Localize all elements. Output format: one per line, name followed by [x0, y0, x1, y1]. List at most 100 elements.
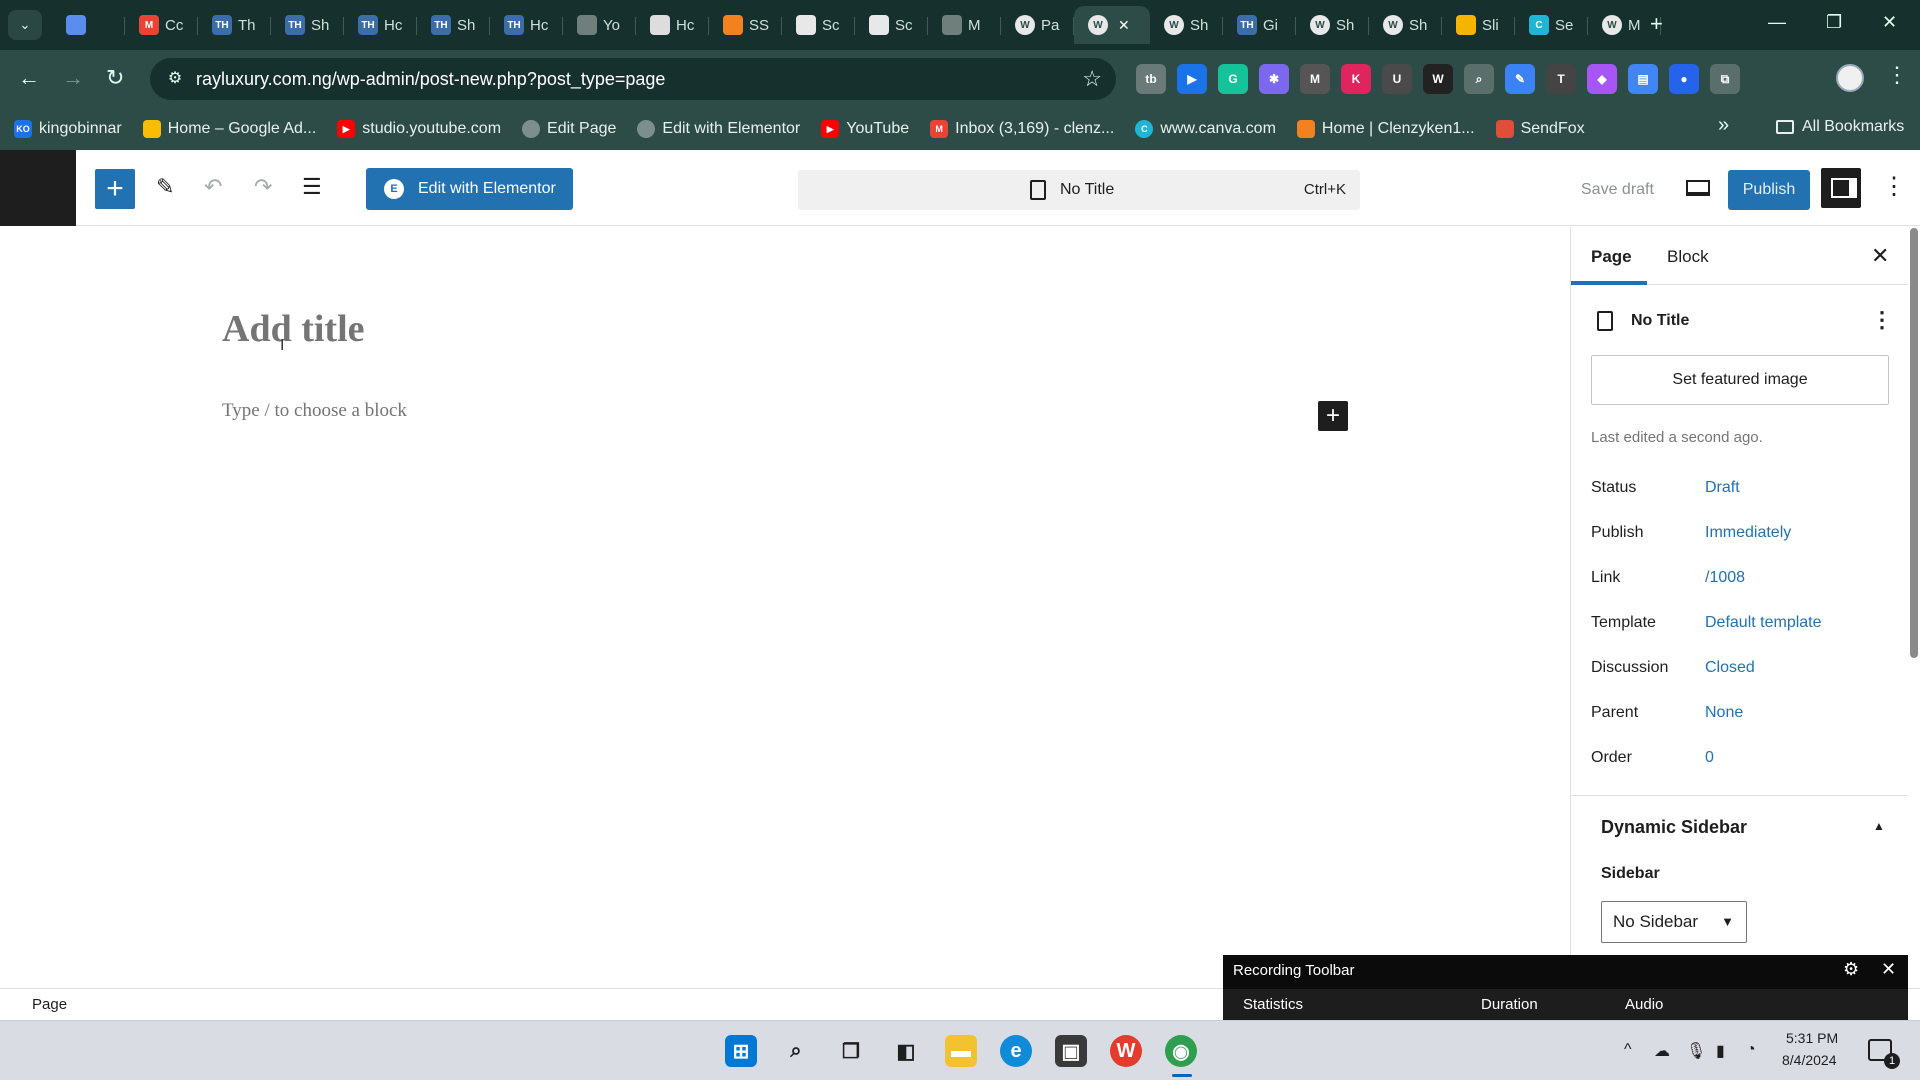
reload-icon[interactable]: ↻: [106, 66, 124, 90]
add-block-button[interactable]: +: [1318, 401, 1348, 431]
extension-k-icon[interactable]: K: [1341, 64, 1371, 94]
extension-asterisk-icon[interactable]: ✱: [1259, 64, 1289, 94]
block-placeholder[interactable]: Type / to choose a block: [222, 400, 407, 422]
back-icon[interactable]: ←: [18, 66, 40, 90]
document-overview-icon[interactable]: ☰: [302, 174, 322, 200]
clock-date[interactable]: 8/4/2024: [1782, 1052, 1837, 1068]
scrollbar-thumb[interactable]: [1910, 228, 1918, 658]
bookmark-item[interactable]: ▶ YouTube: [821, 120, 909, 138]
widgets-icon[interactable]: ◧: [890, 1035, 922, 1067]
bookmark-item[interactable]: KO kingobinnar: [14, 120, 122, 138]
post-title-input[interactable]: Add title: [222, 307, 365, 351]
tab-search-chevron-icon[interactable]: ⌄: [8, 10, 42, 40]
start-windows-icon[interactable]: ⊞: [725, 1035, 757, 1067]
chrome-menu-icon[interactable]: ⋮: [1886, 62, 1908, 88]
extension-tb-icon[interactable]: tb: [1136, 64, 1166, 94]
extension-play-icon[interactable]: ▶: [1177, 64, 1207, 94]
browser-tab[interactable]: M Cc: [125, 6, 198, 44]
search-icon[interactable]: ⌕: [780, 1035, 812, 1067]
extension-m-icon[interactable]: M: [1300, 64, 1330, 94]
url-text[interactable]: rayluxury.com.ng/wp-admin/post-new.php?p…: [196, 69, 665, 90]
redo-icon[interactable]: ↷: [254, 174, 272, 200]
discussion-button[interactable]: Closed: [1705, 659, 1755, 677]
publish-date-button[interactable]: Immediately: [1705, 524, 1791, 542]
settings-sidebar-toggle-icon[interactable]: [1821, 168, 1861, 208]
bookmark-item[interactable]: SendFox: [1495, 120, 1585, 138]
bookmark-item[interactable]: M Inbox (3,169) - clenz...: [930, 120, 1114, 138]
caret-up-icon[interactable]: ▲: [1873, 819, 1885, 833]
extensions-puzzle-icon[interactable]: ⧉: [1710, 64, 1740, 94]
publish-button[interactable]: Publish: [1728, 170, 1810, 210]
browser-tab[interactable]: Sc: [782, 6, 855, 44]
edge-icon[interactable]: e: [1000, 1035, 1032, 1067]
forward-icon[interactable]: →: [62, 66, 84, 90]
permalink-button[interactable]: /1008: [1705, 569, 1745, 587]
address-bar[interactable]: ⚙ rayluxury.com.ng/wp-admin/post-new.php…: [150, 58, 1116, 100]
document-actions-icon[interactable]: ⋮: [1871, 307, 1893, 333]
bookmark-star-icon[interactable]: ☆: [1082, 66, 1102, 92]
bookmark-item[interactable]: Edit Page: [522, 120, 616, 138]
new-tab-button[interactable]: +: [1650, 12, 1663, 36]
browser-tab[interactable]: Sli: [1442, 6, 1515, 44]
browser-tab[interactable]: TH Th: [198, 6, 271, 44]
close-sidebar-icon[interactable]: ✕: [1871, 243, 1889, 269]
preview-device-icon[interactable]: [1686, 180, 1710, 196]
order-button[interactable]: 0: [1705, 749, 1714, 767]
close-tab-icon[interactable]: ✕: [1118, 17, 1130, 34]
parent-button[interactable]: None: [1705, 704, 1743, 722]
battery-icon[interactable]: ▮: [1716, 1041, 1725, 1061]
save-draft-button[interactable]: Save draft: [1581, 181, 1654, 199]
tab-page[interactable]: Page: [1591, 247, 1632, 267]
file-explorer-icon[interactable]: ▬: [945, 1035, 977, 1067]
chrome-icon[interactable]: ◉: [1165, 1035, 1197, 1067]
all-bookmarks-button[interactable]: All Bookmarks: [1776, 118, 1904, 136]
extension-docs-icon[interactable]: ▤: [1628, 64, 1658, 94]
clock-time[interactable]: 5:31 PM: [1786, 1030, 1838, 1046]
browser-tab[interactable]: W ✕: [1074, 6, 1150, 44]
extension-w-icon[interactable]: W: [1423, 64, 1453, 94]
dynamic-sidebar-panel-toggle[interactable]: Dynamic Sidebar: [1601, 817, 1747, 838]
edit-with-elementor-button[interactable]: E Edit with Elementor: [366, 168, 573, 210]
extension-t-icon[interactable]: T: [1546, 64, 1576, 94]
bookmark-item[interactable]: Cwww.canva.com: [1135, 120, 1276, 138]
audio-column[interactable]: Audio: [1625, 996, 1663, 1013]
browser-tab[interactable]: Yo: [563, 6, 636, 44]
undo-icon[interactable]: ↶: [204, 174, 222, 200]
site-info-icon[interactable]: ⚙: [164, 68, 186, 90]
browser-tab[interactable]: [52, 6, 125, 44]
status-value-button[interactable]: Draft: [1705, 479, 1740, 497]
browser-tab[interactable]: SS: [709, 6, 782, 44]
store-icon[interactable]: ▣: [1055, 1035, 1087, 1067]
duration-column[interactable]: Duration: [1481, 996, 1538, 1013]
browser-tab[interactable]: TH Hc: [344, 6, 417, 44]
browser-tab[interactable]: C Se: [1515, 6, 1588, 44]
onedrive-icon[interactable]: ☁: [1654, 1041, 1670, 1061]
breadcrumb[interactable]: Page: [32, 996, 67, 1013]
browser-tab[interactable]: W Sh: [1369, 6, 1442, 44]
options-menu-icon[interactable]: ⋮: [1882, 172, 1906, 201]
restore-window-icon[interactable]: ❐: [1826, 12, 1842, 33]
profile-avatar[interactable]: [1836, 64, 1864, 92]
extension-search-icon[interactable]: ⌕: [1464, 64, 1494, 94]
wordpress-logo-button[interactable]: [0, 150, 76, 226]
extension-u-icon[interactable]: U: [1382, 64, 1412, 94]
bookmark-item[interactable]: Edit with Elementor: [637, 120, 800, 138]
sidebar-select[interactable]: No Sidebar ▼: [1601, 901, 1747, 943]
browser-tab[interactable]: Sc: [855, 6, 928, 44]
extension-pin-icon[interactable]: ●: [1669, 64, 1699, 94]
bookmark-item[interactable]: Home | Clenzyken1...: [1296, 120, 1475, 138]
task-view-icon[interactable]: ❐: [835, 1035, 867, 1067]
close-window-icon[interactable]: ✕: [1882, 12, 1897, 33]
statistics-column[interactable]: Statistics: [1243, 996, 1303, 1013]
browser-tab[interactable]: TH Sh: [417, 6, 490, 44]
tray-chevron-up-icon[interactable]: ^: [1624, 1041, 1632, 1059]
bookmark-item[interactable]: Home – Google Ad...: [142, 120, 316, 138]
extension-gem-icon[interactable]: ◆: [1587, 64, 1617, 94]
wps-office-icon[interactable]: W: [1110, 1035, 1142, 1067]
wifi-icon[interactable]: ◔: [1746, 1041, 1756, 1059]
browser-tab[interactable]: W Sh: [1296, 6, 1369, 44]
tab-block[interactable]: Block: [1667, 247, 1709, 267]
microphone-icon[interactable]: 🎙: [1686, 1041, 1706, 1061]
more-bookmarks-icon[interactable]: »: [1718, 114, 1729, 137]
browser-tab[interactable]: Hc: [636, 6, 709, 44]
